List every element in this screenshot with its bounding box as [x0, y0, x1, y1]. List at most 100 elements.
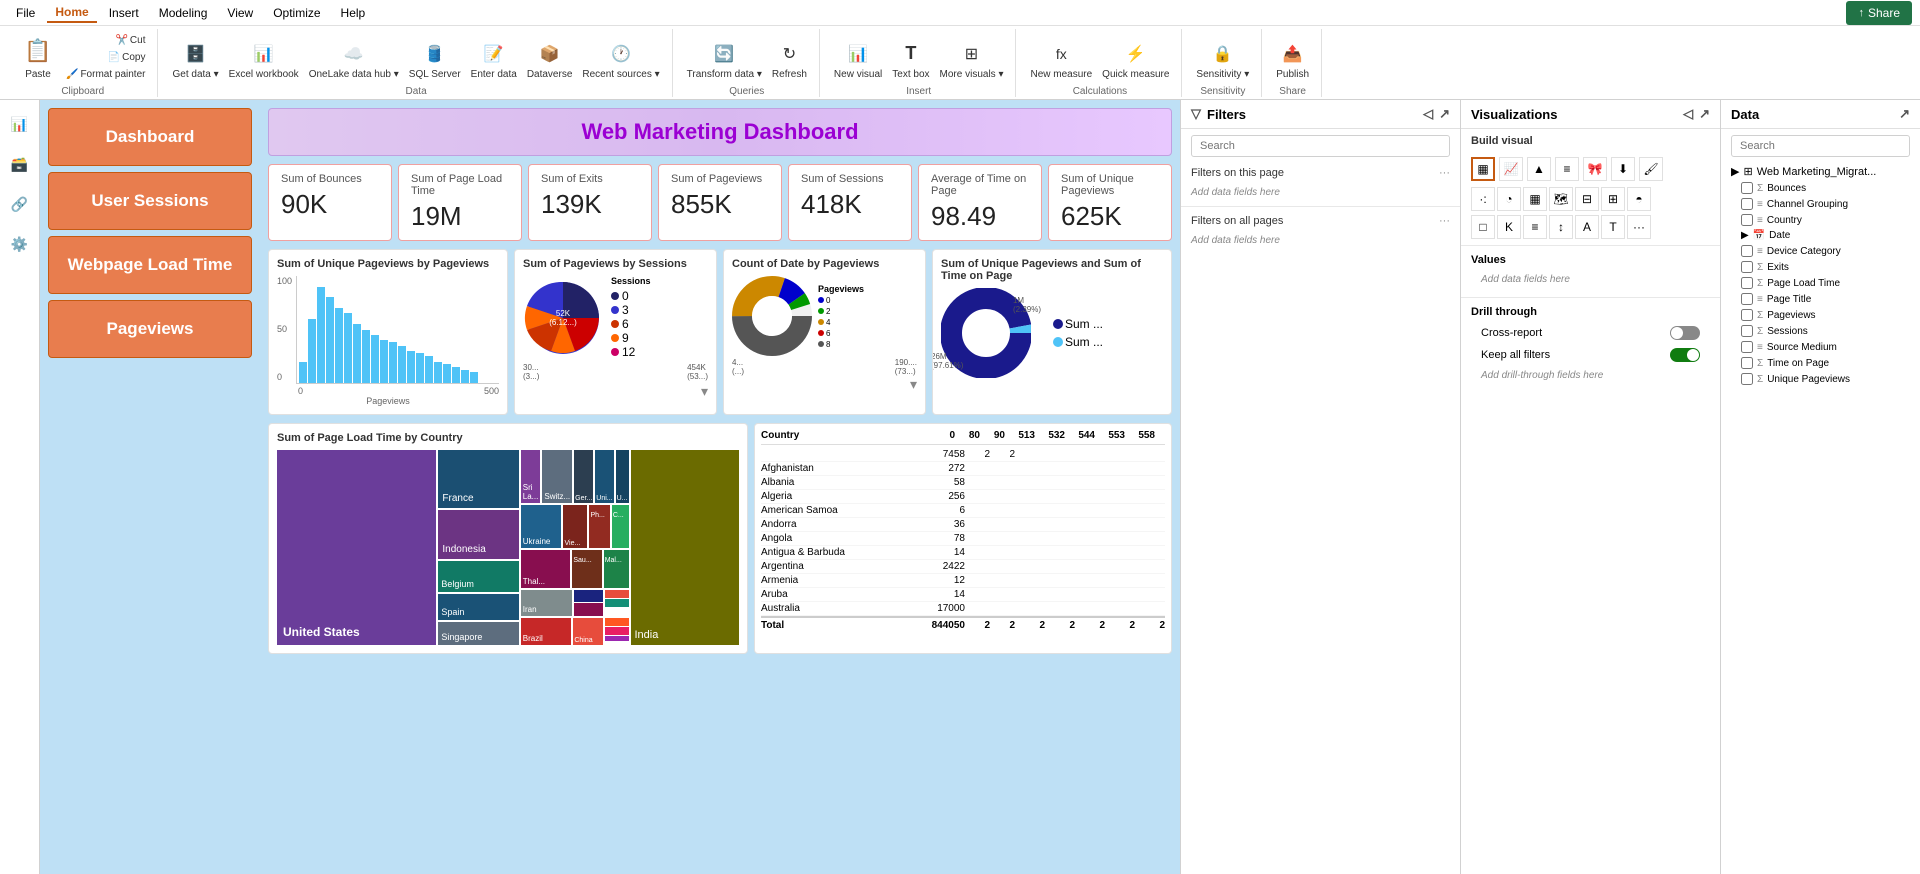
treemap-cell-us[interactable]: United States — [277, 450, 436, 645]
all-pages-add-fields[interactable]: Add data fields here — [1181, 231, 1460, 250]
field-pageviews-checkbox[interactable] — [1741, 309, 1753, 321]
quick-measure-button[interactable]: ⚡ Quick measure — [1098, 39, 1173, 82]
tab-insert[interactable]: Insert — [101, 4, 147, 22]
treemap-cell-singapore[interactable]: Singapore — [438, 622, 518, 645]
get-data-button[interactable]: 🗄️ Get data ▾ — [168, 39, 222, 82]
viz-hide-icon[interactable]: ◁ — [1683, 106, 1693, 122]
field-sessions-checkbox[interactable] — [1741, 325, 1753, 337]
all-pages-menu[interactable]: ··· — [1439, 215, 1450, 227]
data-panel-expand-icon[interactable]: ↗ — [1899, 106, 1910, 122]
filter-expand-icon[interactable]: ↗ — [1439, 106, 1450, 122]
new-visual-button[interactable]: 📊 New visual — [830, 39, 886, 82]
viz-expand-icon[interactable]: ↗ — [1699, 106, 1710, 122]
dataverse-button[interactable]: 📦 Dataverse — [523, 39, 577, 82]
brush-type-btn[interactable]: 🖌 — [1639, 157, 1663, 181]
area-chart-type-btn[interactable]: ▲ — [1527, 157, 1551, 181]
donut-expand-icon[interactable]: ▾ — [732, 376, 917, 393]
sensitivity-button[interactable]: 🔒 Sensitivity ▾ — [1192, 39, 1253, 82]
treemap-cell-belgium[interactable]: Belgium — [438, 561, 518, 592]
treemap-cell-sm4[interactable] — [605, 618, 628, 626]
recent-sources-button[interactable]: 🕐 Recent sources ▾ — [578, 39, 663, 82]
treemap-cell-u[interactable]: U... — [616, 450, 629, 503]
treemap-cell-brazil[interactable]: Brazil — [521, 618, 572, 645]
user-sessions-nav-button[interactable]: User Sessions — [48, 172, 252, 230]
field-pagetitle-checkbox[interactable] — [1741, 293, 1753, 305]
treemap-cell-ph[interactable]: Ph... — [589, 505, 609, 548]
webpage-load-nav-button[interactable]: Webpage Load Time — [48, 236, 252, 294]
treemap-cell-sau[interactable]: Sau... — [572, 550, 601, 587]
excel-workbook-button[interactable]: 📊 Excel workbook — [225, 39, 303, 82]
tab-help[interactable]: Help — [333, 4, 374, 22]
treemap-cell-iran[interactable]: Iran — [521, 590, 572, 617]
new-measure-button[interactable]: fx New measure — [1026, 39, 1096, 82]
field-pageload-checkbox[interactable] — [1741, 277, 1753, 289]
scatter-type-btn[interactable]: ·: — [1471, 187, 1495, 211]
cross-report-toggle[interactable] — [1670, 326, 1700, 340]
treemap-type-btn[interactable]: ▦ — [1523, 187, 1547, 211]
on-page-add-fields[interactable]: Add data fields here — [1181, 183, 1460, 202]
publish-button[interactable]: 📤 Publish — [1272, 39, 1313, 82]
field-channel-checkbox[interactable] — [1741, 198, 1753, 210]
more-type-btn[interactable]: ··· — [1627, 215, 1651, 239]
dax-query-icon[interactable]: ⚙️ — [4, 228, 36, 260]
field-device-checkbox[interactable] — [1741, 245, 1753, 257]
cut-button[interactable]: ✂️Cut — [62, 33, 149, 48]
treemap-cell-uni[interactable]: Uni... — [595, 450, 613, 503]
field-timeonpage-checkbox[interactable] — [1741, 357, 1753, 369]
sql-server-button[interactable]: 🛢️ SQL Server — [405, 39, 465, 82]
ai-type-btn[interactable]: A — [1575, 215, 1599, 239]
field-bounces-checkbox[interactable] — [1741, 182, 1753, 194]
on-page-menu[interactable]: ··· — [1439, 167, 1450, 179]
treemap-cell-pola[interactable] — [574, 590, 602, 603]
more-visuals-button[interactable]: ⊞ More visuals ▾ — [936, 39, 1008, 82]
tab-modeling[interactable]: Modeling — [151, 4, 216, 22]
model-view-icon[interactable]: 🔗 — [4, 188, 36, 220]
treemap-cell-sm3[interactable] — [605, 599, 629, 607]
treemap-cell-sm6[interactable] — [605, 636, 628, 641]
funnel-type-btn[interactable]: ⬇ — [1611, 157, 1635, 181]
tab-optimize[interactable]: Optimize — [265, 4, 328, 22]
treemap-cell-france[interactable]: France — [438, 450, 518, 508]
treemap-cell-ukraine[interactable]: Ukraine — [521, 505, 562, 548]
date-expand-arrow[interactable]: ▶ — [1741, 230, 1749, 241]
format-painter-button[interactable]: 🖌️Format painter — [62, 67, 149, 82]
kpi-type-btn[interactable]: K — [1497, 215, 1521, 239]
filter-search-input[interactable] — [1191, 135, 1450, 157]
treemap-cell-mal[interactable]: Mal... — [604, 550, 629, 587]
values-add-fields[interactable]: Add data fields here — [1471, 270, 1710, 289]
treemap-cell-china[interactable]: China — [573, 618, 603, 645]
enter-data-button[interactable]: 📝 Enter data — [467, 39, 521, 82]
treemap-cell-ger[interactable]: Ger... — [574, 450, 593, 503]
matrix-type-btn[interactable]: ⊞ — [1601, 187, 1625, 211]
paste-button[interactable]: 📋 Paste — [16, 33, 60, 82]
treemap-cell-switz[interactable]: Switz... — [542, 450, 572, 503]
refresh-button[interactable]: ↻ Refresh — [768, 39, 811, 82]
field-exits-checkbox[interactable] — [1741, 261, 1753, 273]
gauge-type-btn[interactable]: ◓ — [1627, 187, 1651, 211]
treemap-cell-vie[interactable]: Vie... — [563, 505, 587, 548]
report-view-icon[interactable]: 📊 — [4, 108, 36, 140]
tab-home[interactable]: Home — [47, 3, 96, 23]
share-button[interactable]: ↑ Share — [1846, 1, 1912, 25]
field-country-checkbox[interactable] — [1741, 214, 1753, 226]
copy-button[interactable]: 📄Copy — [62, 50, 149, 65]
treemap-cell-spain[interactable]: Spain — [438, 594, 518, 621]
text-type-btn[interactable]: T — [1601, 215, 1625, 239]
treemap-cell-thai[interactable]: Thal... — [521, 550, 571, 587]
field-source-checkbox[interactable] — [1741, 341, 1753, 353]
treemap-cell-srilanka[interactable]: Sri La... — [521, 450, 541, 503]
data-search-input[interactable] — [1731, 135, 1910, 157]
table-type-btn[interactable]: ⊟ — [1575, 187, 1599, 211]
bar-chart-type-btn[interactable]: ▦ — [1471, 157, 1495, 181]
stacked-bar-type-btn[interactable]: ≡ — [1555, 157, 1579, 181]
waterfall-type-btn[interactable]: ↕ — [1549, 215, 1573, 239]
pie-type-btn[interactable]: ◔ — [1497, 187, 1521, 211]
line-chart-type-btn[interactable]: 📈 — [1499, 157, 1523, 181]
pageviews-nav-button[interactable]: Pageviews — [48, 300, 252, 358]
drill-add-fields[interactable]: Add drill-through fields here — [1471, 366, 1710, 385]
pie-expand-icon[interactable]: ▾ — [523, 383, 708, 400]
card-type-btn[interactable]: □ — [1471, 215, 1495, 239]
tab-view[interactable]: View — [219, 4, 261, 22]
treemap-cell-sm2[interactable] — [605, 590, 629, 598]
field-uniquepv-checkbox[interactable] — [1741, 373, 1753, 385]
